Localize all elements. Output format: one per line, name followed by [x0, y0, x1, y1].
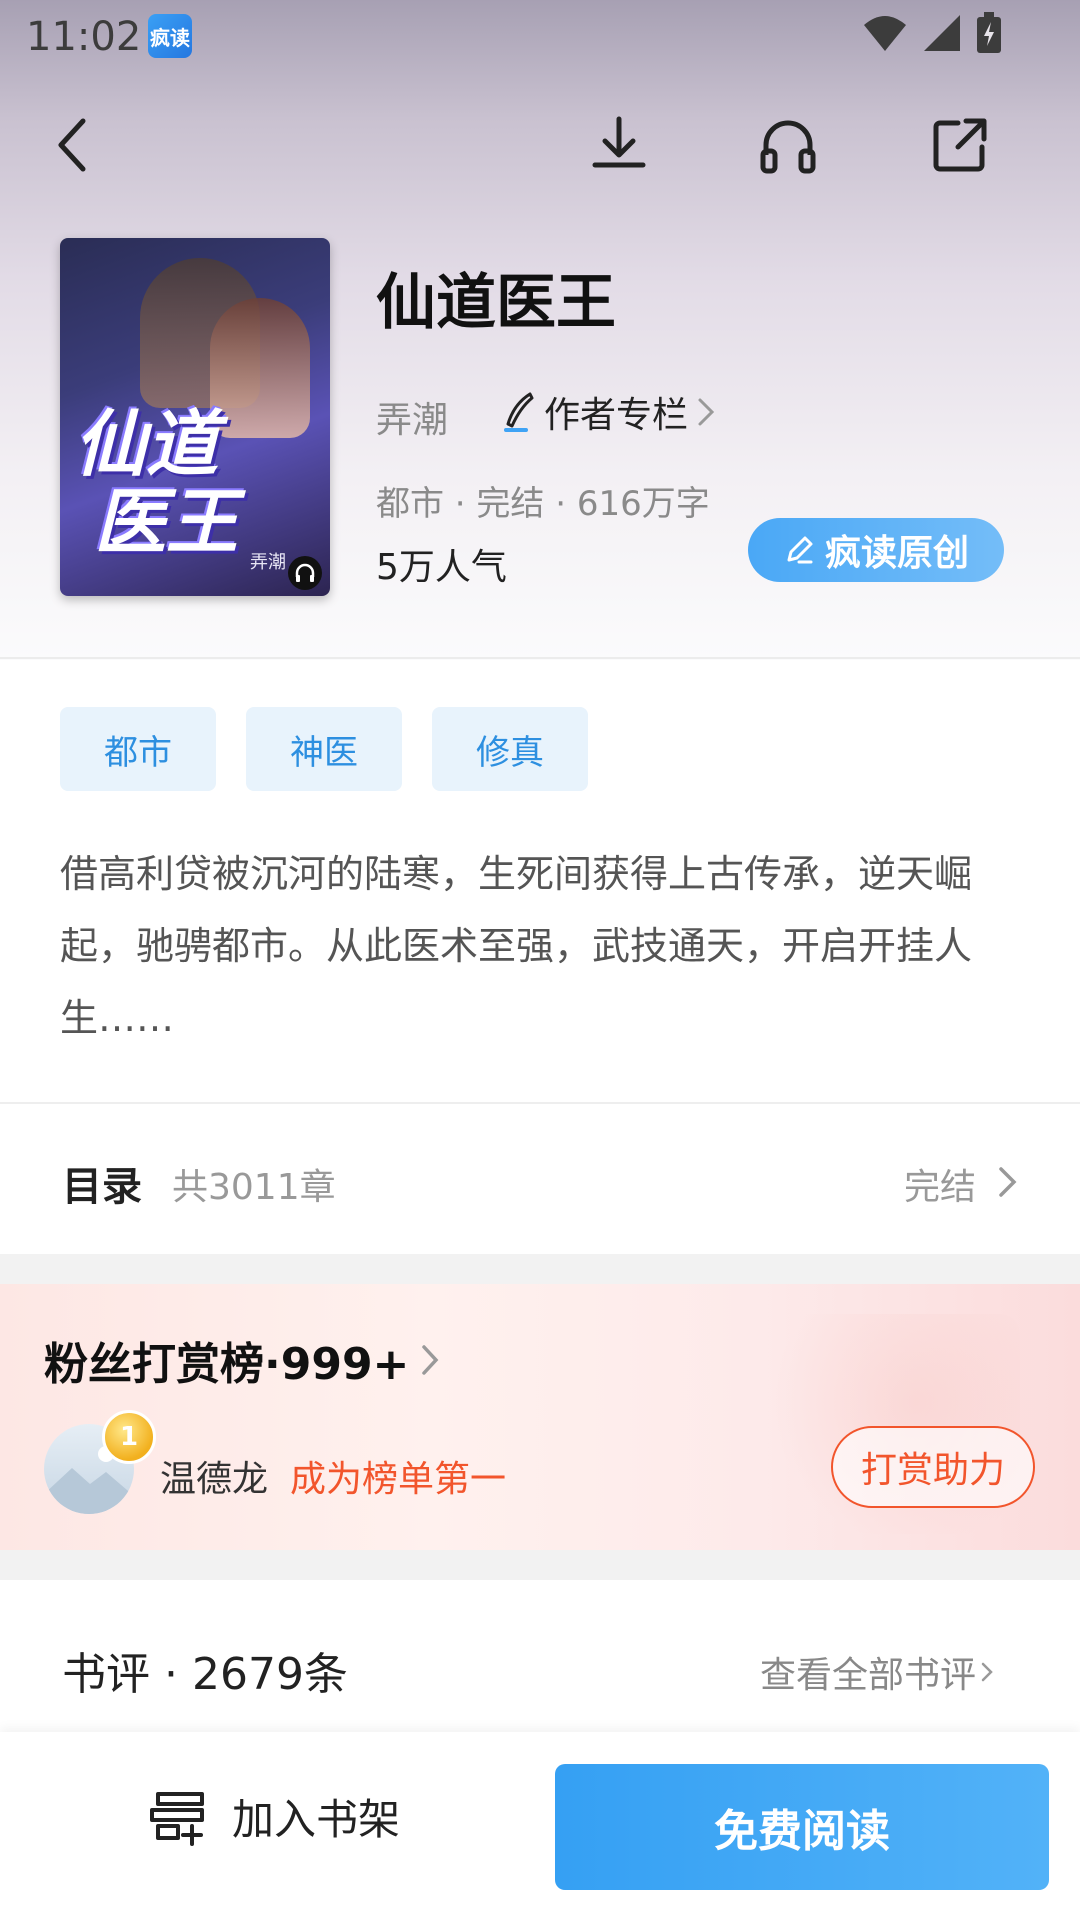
section-gap	[0, 1254, 1080, 1284]
tag-chip[interactable]: 都市	[60, 707, 216, 791]
status-time: 11:02	[26, 14, 142, 60]
chevron-right-icon	[422, 1345, 439, 1375]
status-icons	[862, 12, 1002, 54]
chevron-right-icon	[999, 1167, 1017, 1197]
original-badge: 疯读原创	[748, 518, 1004, 582]
headphones-icon	[760, 120, 816, 174]
edit-icon	[787, 536, 813, 564]
add-bookshelf-icon	[150, 1791, 204, 1846]
catalog-label: 目录	[62, 1164, 142, 1210]
cover-figure	[210, 298, 310, 438]
reviews-title: 书评 · 2679条	[62, 1649, 348, 1700]
divider	[0, 657, 1080, 659]
add-to-shelf-label: 加入书架	[232, 1795, 401, 1844]
download-icon	[592, 116, 646, 168]
author-name[interactable]: 弄潮	[376, 391, 448, 443]
tag-chip[interactable]: 修真	[432, 707, 588, 791]
add-to-shelf-button[interactable]: 加入书架	[148, 1786, 400, 1847]
wifi-icon	[864, 16, 906, 51]
synopsis[interactable]: 借高利贷被沉河的陆寒，生死间获得上古传承，逆天崛起，驰骋都市。从此医术至强，武技…	[60, 838, 1020, 1054]
audio-badge-icon	[288, 556, 322, 590]
fan-slogan: 成为榜单第一	[290, 1459, 507, 1500]
pen-icon	[504, 392, 534, 432]
fan-ranking-title: 粉丝打赏榜·999+	[44, 1339, 410, 1390]
free-read-button[interactable]: 免费阅读	[555, 1764, 1049, 1890]
author-column-link[interactable]: 作者专栏	[500, 386, 716, 438]
signal-icon	[924, 15, 960, 51]
view-all-reviews-label: 查看全部书评	[760, 1655, 977, 1696]
battery-icon	[977, 12, 1001, 53]
catalog-row[interactable]: 目录 共3011章 完结	[0, 1104, 1080, 1254]
reward-button[interactable]: 打赏助力	[831, 1426, 1035, 1508]
fan-ranking-link[interactable]: 粉丝打赏榜·999+	[44, 1328, 441, 1392]
share-icon	[933, 118, 987, 172]
app-notification-icon: 疯读	[148, 14, 192, 58]
back-button[interactable]	[28, 100, 118, 190]
rank-medal-icon: 1	[102, 1410, 156, 1464]
book-title: 仙道医王	[376, 268, 616, 338]
original-badge-label: 疯读原创	[824, 533, 969, 574]
section-gap	[0, 1550, 1080, 1580]
cover-title: 医王	[94, 480, 239, 564]
share-button[interactable]	[915, 100, 1005, 190]
book-cover[interactable]: 仙道 医王 弄潮	[60, 238, 330, 596]
chevron-right-icon	[698, 398, 715, 426]
fan-reward-section: 粉丝打赏榜·999+ 1 温德龙 成为榜单第一 打赏助力	[0, 1284, 1080, 1550]
cover-title: 仙道	[74, 402, 219, 486]
book-meta: 都市 · 完结 · 616万字	[376, 484, 710, 524]
view-all-reviews-link[interactable]: 查看全部书评	[760, 1646, 994, 1698]
catalog-status: 完结	[903, 1167, 976, 1208]
top-fan-name: 温德龙	[160, 1459, 269, 1500]
chevron-right-icon	[981, 1662, 993, 1682]
download-button[interactable]	[574, 100, 664, 190]
cover-author: 弄潮	[250, 552, 286, 573]
listen-button[interactable]	[743, 100, 833, 190]
chapter-count: 共3011章	[172, 1167, 336, 1208]
popularity: 5万人气	[376, 547, 507, 588]
author-column-label: 作者专栏	[544, 395, 689, 436]
back-icon	[58, 118, 86, 172]
tag-chip[interactable]: 神医	[246, 707, 402, 791]
